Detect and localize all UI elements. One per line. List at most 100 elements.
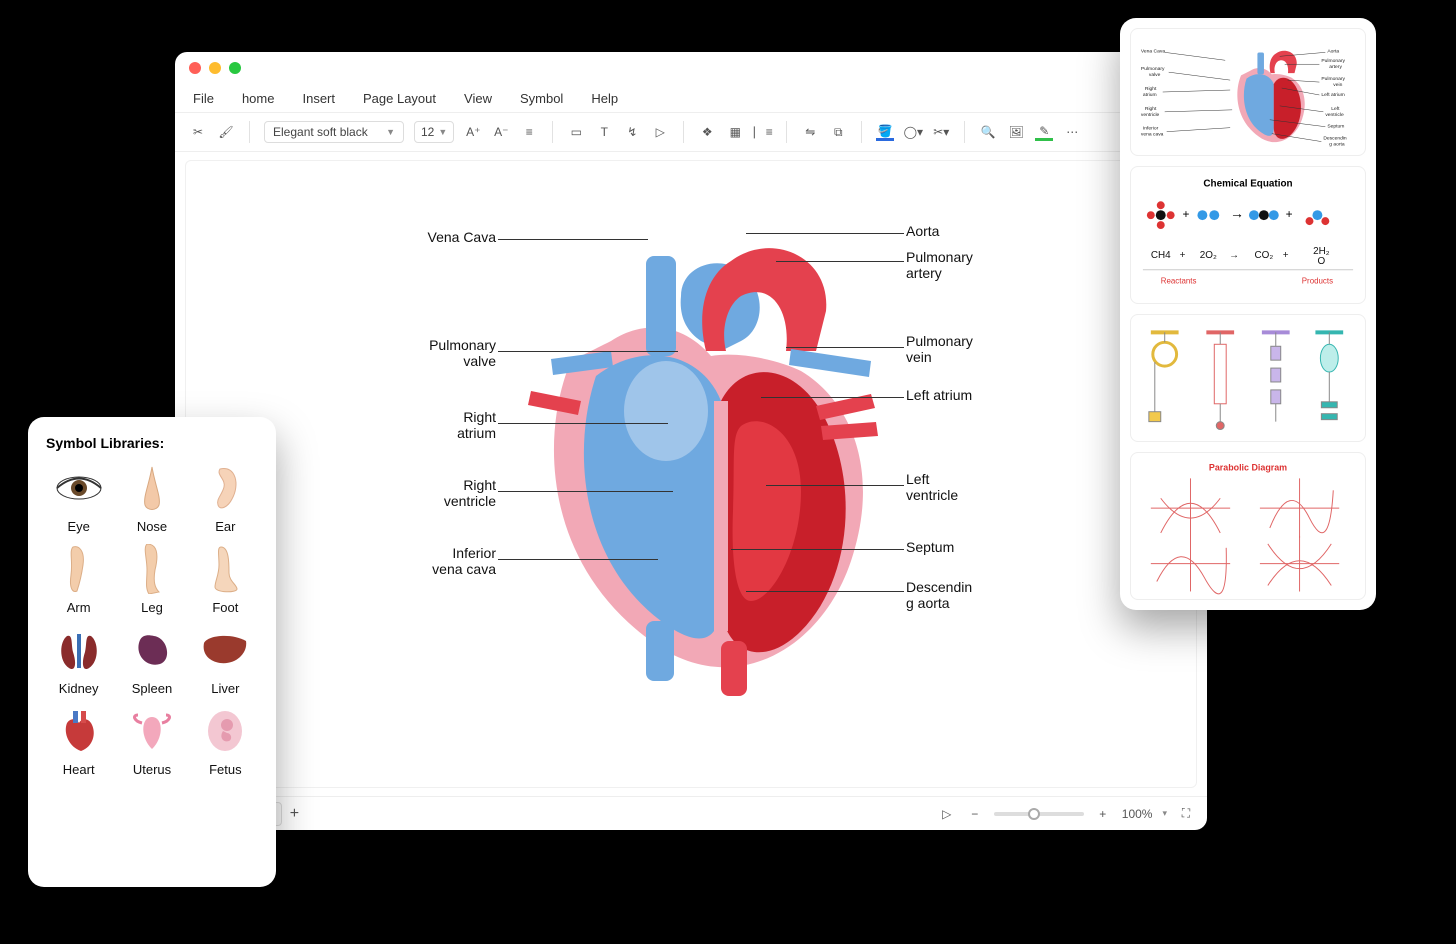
window-titlebar [175,52,1207,84]
font-select[interactable]: Elegant soft black ▼ [264,121,404,143]
font-name: Elegant soft black [273,125,368,139]
svg-text:Left atrium: Left atrium [1321,92,1344,98]
zoom-in-icon[interactable]: + [1094,805,1112,823]
chevron-down-icon: ▼ [438,127,447,137]
template-parabolic[interactable]: Parabolic Diagram [1130,452,1366,600]
svg-text:g aorta: g aorta [1329,142,1345,148]
menu-symbol[interactable]: Symbol [520,91,563,106]
svg-text:atrium: atrium [1143,92,1157,98]
separator [552,121,553,143]
separator [786,121,787,143]
image-icon[interactable]: 🖼 [1007,123,1025,141]
shape-preset-icon[interactable]: ◯▾ [904,123,922,141]
format-painter-icon[interactable]: 🖌 [217,123,235,141]
text-tool-icon[interactable]: T [595,123,613,141]
fullscreen-icon[interactable]: ⛶ [1177,805,1195,823]
svg-text:artery: artery [1329,64,1342,70]
symbol-spleen[interactable]: Spleen [119,625,184,696]
chevron-down-icon: ▼ [386,127,395,137]
artboard-icon[interactable]: ⧉ [829,123,847,141]
app-window: File home Insert Page Layout View Symbol… [175,52,1207,830]
flip-horizontal-icon[interactable]: ⇋ [801,123,819,141]
decrease-font-icon[interactable]: A⁻ [492,123,510,141]
template-heart-labeled[interactable]: Vena Cava Pulmonaryvalve Rightatrium Rig… [1130,28,1366,156]
template-caption: Parabolic Diagram [1209,462,1287,472]
template-pulleys[interactable] [1130,314,1366,442]
symbol-kidney[interactable]: Kidney [46,625,111,696]
template-chemical-equation[interactable]: Chemical Equation + → + CH4+ 2O₂→ CO₂+ 2… [1130,166,1366,304]
menu-help[interactable]: Help [591,91,618,106]
rectangle-tool-icon[interactable]: ▭ [567,123,585,141]
cut-icon[interactable]: ✂ [189,123,207,141]
symbol-label: Uterus [133,762,171,777]
font-size-select[interactable]: 12 ▼ [414,121,454,143]
zoom-slider[interactable] [994,812,1084,816]
uterus-icon [127,706,177,756]
crop-icon[interactable]: ✂▾ [932,123,950,141]
fill-color-icon[interactable]: 🪣 [876,123,894,141]
kidney-icon [54,625,104,675]
label-left-atrium: Left atrium [906,387,972,403]
zoom-controls: ▷ − + 100% ▾ ⛶ [938,805,1195,823]
symbol-heart[interactable]: Heart [46,706,111,777]
symbol-nose[interactable]: Nose [119,463,184,534]
leader-line [498,559,658,560]
svg-text:Aorta: Aorta [1327,48,1339,54]
symbol-liver[interactable]: Liver [193,625,258,696]
svg-text:Right: Right [1145,106,1157,112]
leader-line [761,397,904,398]
svg-text:Descendin: Descendin [1323,136,1347,142]
symbol-ear[interactable]: Ear [193,463,258,534]
window-maximize-icon[interactable] [229,62,241,74]
label-right-atrium: Right atrium [386,409,496,441]
menu-view[interactable]: View [464,91,492,106]
label-vena-cava: Vena Cava [386,229,496,245]
menu-home[interactable]: home [242,91,275,106]
symbol-libraries-panel: Symbol Libraries: Eye Nose Ear Arm Leg F… [28,417,276,887]
window-close-icon[interactable] [189,62,201,74]
symbol-libraries-title: Symbol Libraries: [46,435,258,451]
connector-tool-icon[interactable]: ↯ [623,123,641,141]
zoom-out-icon[interactable]: − [966,805,984,823]
layers-icon[interactable]: ❖ [698,123,716,141]
menu-insert[interactable]: Insert [302,91,335,106]
align-objects-icon[interactable]: ⎸≡ [754,123,772,141]
increase-font-icon[interactable]: A⁺ [464,123,482,141]
symbol-label: Spleen [132,681,172,696]
svg-text:CO₂: CO₂ [1255,250,1274,261]
symbol-eye[interactable]: Eye [46,463,111,534]
svg-text:Right: Right [1145,86,1157,92]
separator [964,121,965,143]
symbol-foot[interactable]: Foot [193,544,258,615]
pointer-tool-icon[interactable]: ▷ [651,123,669,141]
search-icon[interactable]: 🔍 [979,123,997,141]
symbol-fetus[interactable]: Fetus [193,706,258,777]
symbol-arm[interactable]: Arm [46,544,111,615]
add-page-button[interactable]: + [290,805,299,823]
svg-text:+: + [1286,207,1293,221]
heart-diagram[interactable] [421,201,961,721]
symbol-leg[interactable]: Leg [119,544,184,615]
zoom-value[interactable]: 100% [1122,807,1153,821]
menu-file[interactable]: File [193,91,214,106]
svg-text:Products: Products [1302,277,1333,286]
align-icon[interactable]: ≡ [520,123,538,141]
symbol-uterus[interactable]: Uterus [119,706,184,777]
pen-tool-icon[interactable]: ✎ [1035,123,1053,141]
symbol-label: Ear [215,519,235,534]
menu-page-layout[interactable]: Page Layout [363,91,436,106]
play-presentation-icon[interactable]: ▷ [938,805,956,823]
label-inferior-vena-cava: Inferior vena cava [386,545,496,577]
heart-icon [54,706,104,756]
svg-text:→: → [1229,250,1239,261]
leader-line [776,261,904,262]
more-tools-icon[interactable]: ⋯ [1063,123,1081,141]
group-icon[interactable]: ▦ [726,123,744,141]
leader-line [786,347,904,348]
label-septum: Septum [906,539,954,555]
diagram-canvas[interactable]: Vena Cava Pulmonary valve Right atrium R… [185,160,1197,788]
separator [683,121,684,143]
symbol-label: Fetus [209,762,242,777]
window-minimize-icon[interactable] [209,62,221,74]
separator [249,121,250,143]
